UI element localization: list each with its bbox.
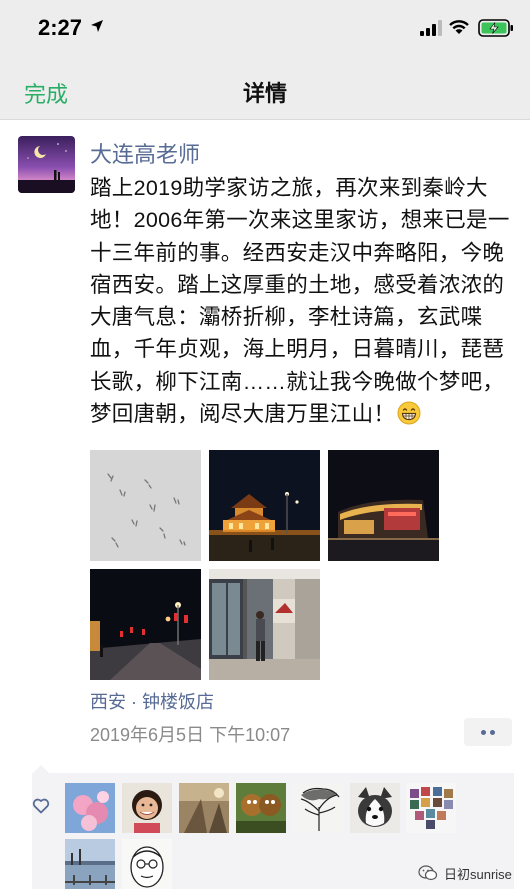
watermark-text: 日初sunrise: [444, 867, 512, 882]
liker-avatar[interactable]: [122, 783, 172, 833]
more-options-button[interactable]: [464, 718, 512, 746]
liker-avatar[interactable]: [65, 839, 115, 889]
watermark: 日初sunrise: [418, 862, 526, 884]
photo-thumbnail[interactable]: [90, 450, 201, 561]
liker-avatar[interactable]: [236, 783, 286, 833]
page-title: 详情: [242, 81, 287, 106]
status-time: 2:27: [38, 15, 83, 40]
photo-thumbnail[interactable]: [90, 569, 201, 680]
photo-thumbnail[interactable]: [328, 450, 439, 561]
dot-icon: [490, 730, 495, 735]
cellular-signal-icon: [420, 20, 442, 36]
post-text: 踏上2019助学家访之旅，再次来到秦岭大地！2006年第一次来这里家访，想来已是…: [90, 172, 520, 430]
liker-avatar[interactable]: [122, 839, 172, 889]
author-avatar[interactable]: [18, 136, 75, 193]
location-arrow-icon: [91, 20, 103, 32]
heart-icon: [32, 798, 50, 814]
post-timestamp: 2019年6月5日 下午10:07: [90, 725, 291, 745]
liker-avatar[interactable]: [65, 783, 115, 833]
post-body: 踏上2019助学家访之旅，再次来到秦岭大地！2006年第一次来这里家访，想来已是…: [90, 176, 510, 427]
liker-avatar[interactable]: [179, 783, 229, 833]
navigation-bar: 完成 详情: [0, 58, 530, 120]
location-link[interactable]: 西安 · 钟楼饭店: [90, 688, 214, 714]
wechat-official-account-icon: [418, 865, 438, 881]
author-name[interactable]: 大连高老师: [90, 137, 200, 169]
battery-charging-icon: [478, 19, 513, 37]
liker-avatar[interactable]: [293, 783, 343, 833]
liker-avatar[interactable]: [406, 783, 456, 833]
photo-thumbnail[interactable]: [209, 569, 320, 680]
wifi-icon: [449, 20, 469, 34]
liker-avatar[interactable]: [350, 783, 400, 833]
status-bar: 2:27: [0, 0, 530, 58]
dot-icon: [481, 730, 486, 735]
grinning-face-icon: [397, 401, 421, 425]
photo-thumbnail[interactable]: [209, 450, 320, 561]
